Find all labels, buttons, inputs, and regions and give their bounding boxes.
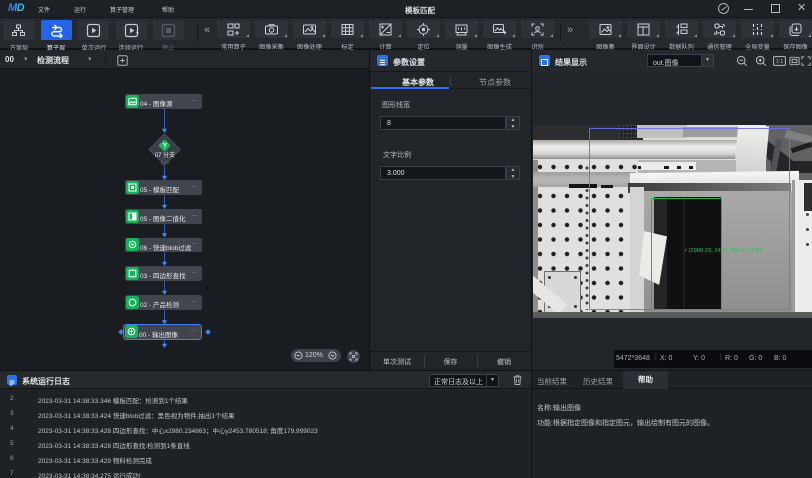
svg-text:1:1: 1:1 [776,59,784,65]
